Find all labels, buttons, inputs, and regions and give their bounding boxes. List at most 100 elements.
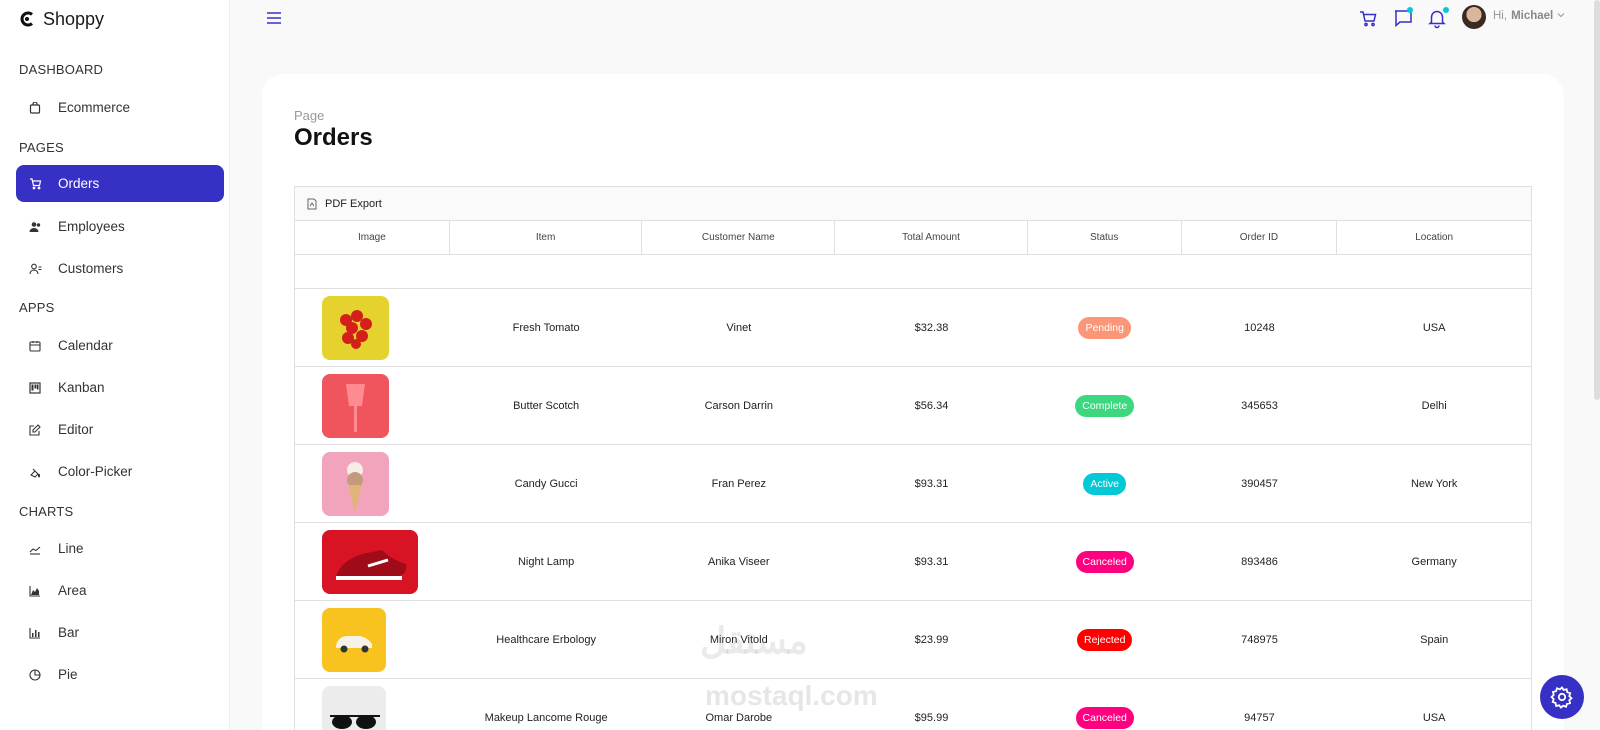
section-apps: APPS [19, 300, 55, 315]
location-cell: USA [1422, 711, 1446, 724]
bar-chart-icon [28, 626, 42, 640]
edit-icon [28, 423, 42, 437]
calendar-icon [28, 339, 42, 353]
menu-icon[interactable] [265, 9, 283, 27]
employees-icon [28, 220, 42, 234]
column-header-image[interactable]: Image [295, 221, 450, 254]
customer-cell: Anika Viseer [708, 555, 770, 568]
table-row[interactable]: Makeup Lancome Rouge Omar Darobe $95.99 … [295, 679, 1531, 730]
sidebar-item-customers[interactable]: Customers [16, 250, 224, 287]
status-badge: Canceled [1075, 550, 1134, 573]
sidebar-item-label: Editor [58, 422, 94, 437]
chevron-down-icon[interactable] [1557, 11, 1565, 19]
sidebar-item-label: Employees [58, 219, 125, 234]
sidebar-item-line[interactable]: Line [16, 530, 224, 567]
location-cell: Germany [1411, 555, 1457, 568]
sidebar-item-pie[interactable]: Pie [16, 656, 224, 693]
sidebar-item-ecommerce[interactable]: Ecommerce [16, 89, 224, 126]
pdf-icon [307, 198, 317, 209]
sidebar-item-label: Bar [58, 625, 80, 640]
item-cell: Candy Gucci [514, 477, 578, 490]
scrollbar[interactable] [1594, 0, 1600, 400]
column-header-order-id[interactable]: Order ID [1182, 221, 1338, 254]
location-cell: USA [1422, 321, 1446, 334]
avatar[interactable] [1462, 5, 1486, 29]
location-cell: New York [1410, 477, 1458, 490]
user-name: Michael [1511, 10, 1554, 22]
color-picker-icon [28, 465, 42, 479]
grid-filter-row [295, 255, 1531, 289]
sidebar: Shoppy DASHBOARD Ecommerce PAGES Orders … [0, 0, 230, 730]
product-image [322, 529, 418, 594]
settings-button[interactable] [1540, 675, 1584, 719]
sidebar-item-color-picker[interactable]: Color-Picker [16, 453, 224, 490]
sidebar-item-calendar[interactable]: Calendar [16, 327, 224, 364]
table-row[interactable]: Night Lamp Anika Viseer $93.31 Canceled … [295, 523, 1531, 601]
sidebar-item-editor[interactable]: Editor [16, 411, 224, 448]
location-cell: Delhi [1421, 399, 1447, 412]
product-image [322, 373, 389, 438]
order-id-cell: 390457 [1241, 477, 1278, 490]
product-image [322, 451, 389, 516]
table-row[interactable]: Healthcare Erbology Miron Vitold $23.99 … [295, 601, 1531, 679]
column-header-location[interactable]: Location [1337, 221, 1531, 254]
item-cell: Butter Scotch [513, 399, 580, 412]
table-row[interactable]: Butter Scotch Carson Darrin $56.34 Compl… [295, 367, 1531, 445]
item-cell: Fresh Tomato [512, 321, 580, 334]
line-chart-icon [28, 542, 42, 556]
sidebar-item-orders[interactable]: Orders [16, 165, 224, 202]
section-charts: CHARTS [19, 504, 74, 519]
column-header-amount[interactable]: Total Amount [835, 221, 1028, 254]
chat-notification-dot [1407, 7, 1413, 13]
bell-notification-dot [1443, 7, 1449, 13]
sidebar-item-label: Pie [58, 667, 78, 682]
customer-cell: Fran Perez [711, 477, 767, 490]
sidebar-item-label: Customers [58, 261, 124, 276]
pdf-export-button[interactable]: PDF Export [325, 198, 382, 210]
sidebar-item-label: Ecommerce [58, 100, 131, 115]
sidebar-item-bar[interactable]: Bar [16, 614, 224, 651]
user-greeting[interactable]: Hi, Michael [1493, 10, 1553, 22]
shoppy-logo-icon [20, 11, 33, 27]
order-id-cell: 10248 [1244, 321, 1275, 334]
page-title: Orders [294, 124, 373, 151]
breadcrumb: Page [294, 108, 325, 123]
shopping-bag-icon [28, 101, 42, 115]
customers-icon [28, 262, 42, 276]
amount-cell: $56.34 [914, 399, 949, 412]
status-badge: Complete [1075, 394, 1135, 417]
product-image [322, 295, 389, 360]
table-row[interactable]: Candy Gucci Fran Perez $93.31 Active 390… [295, 445, 1531, 523]
area-chart-icon [28, 584, 42, 598]
column-header-item[interactable]: Item [450, 221, 643, 254]
sidebar-item-area[interactable]: Area [16, 572, 224, 609]
column-header-status[interactable]: Status [1028, 221, 1182, 254]
brand-name: Shoppy [43, 8, 105, 29]
item-cell: Healthcare Erbology [496, 633, 596, 646]
sidebar-item-employees[interactable]: Employees [16, 208, 224, 245]
table-row[interactable]: Fresh Tomato Vinet $32.38 Pending 10248 … [295, 289, 1531, 367]
status-badge: Pending [1078, 316, 1131, 339]
grid-toolbar: PDF Export [295, 187, 1531, 221]
sidebar-item-kanban[interactable]: Kanban [16, 369, 224, 406]
order-id-cell: 345653 [1241, 399, 1278, 412]
customer-cell: Carson Darrin [704, 399, 774, 412]
location-cell: Spain [1420, 633, 1449, 646]
product-image [322, 685, 386, 730]
brand[interactable]: Shoppy [19, 8, 104, 30]
section-pages: PAGES [19, 140, 64, 155]
cart-icon[interactable] [1357, 7, 1379, 29]
sidebar-item-label: Color-Picker [58, 464, 133, 479]
order-id-cell: 748975 [1241, 633, 1278, 646]
orders-card: Page Orders PDF Export Image Item Custom… [262, 74, 1564, 730]
sidebar-item-label: Line [58, 541, 84, 556]
column-header-customer[interactable]: Customer Name [642, 221, 836, 254]
watermark-arabic: مستقل [700, 620, 808, 661]
gear-icon [1550, 686, 1573, 709]
sidebar-item-label: Calendar [58, 338, 113, 353]
grid-header: Image Item Customer Name Total Amount St… [295, 221, 1531, 255]
item-cell: Makeup Lancome Rouge [484, 711, 608, 724]
item-cell: Night Lamp [517, 555, 575, 568]
watermark-url: mostaql.com [705, 680, 878, 711]
section-dashboard: DASHBOARD [19, 62, 104, 77]
